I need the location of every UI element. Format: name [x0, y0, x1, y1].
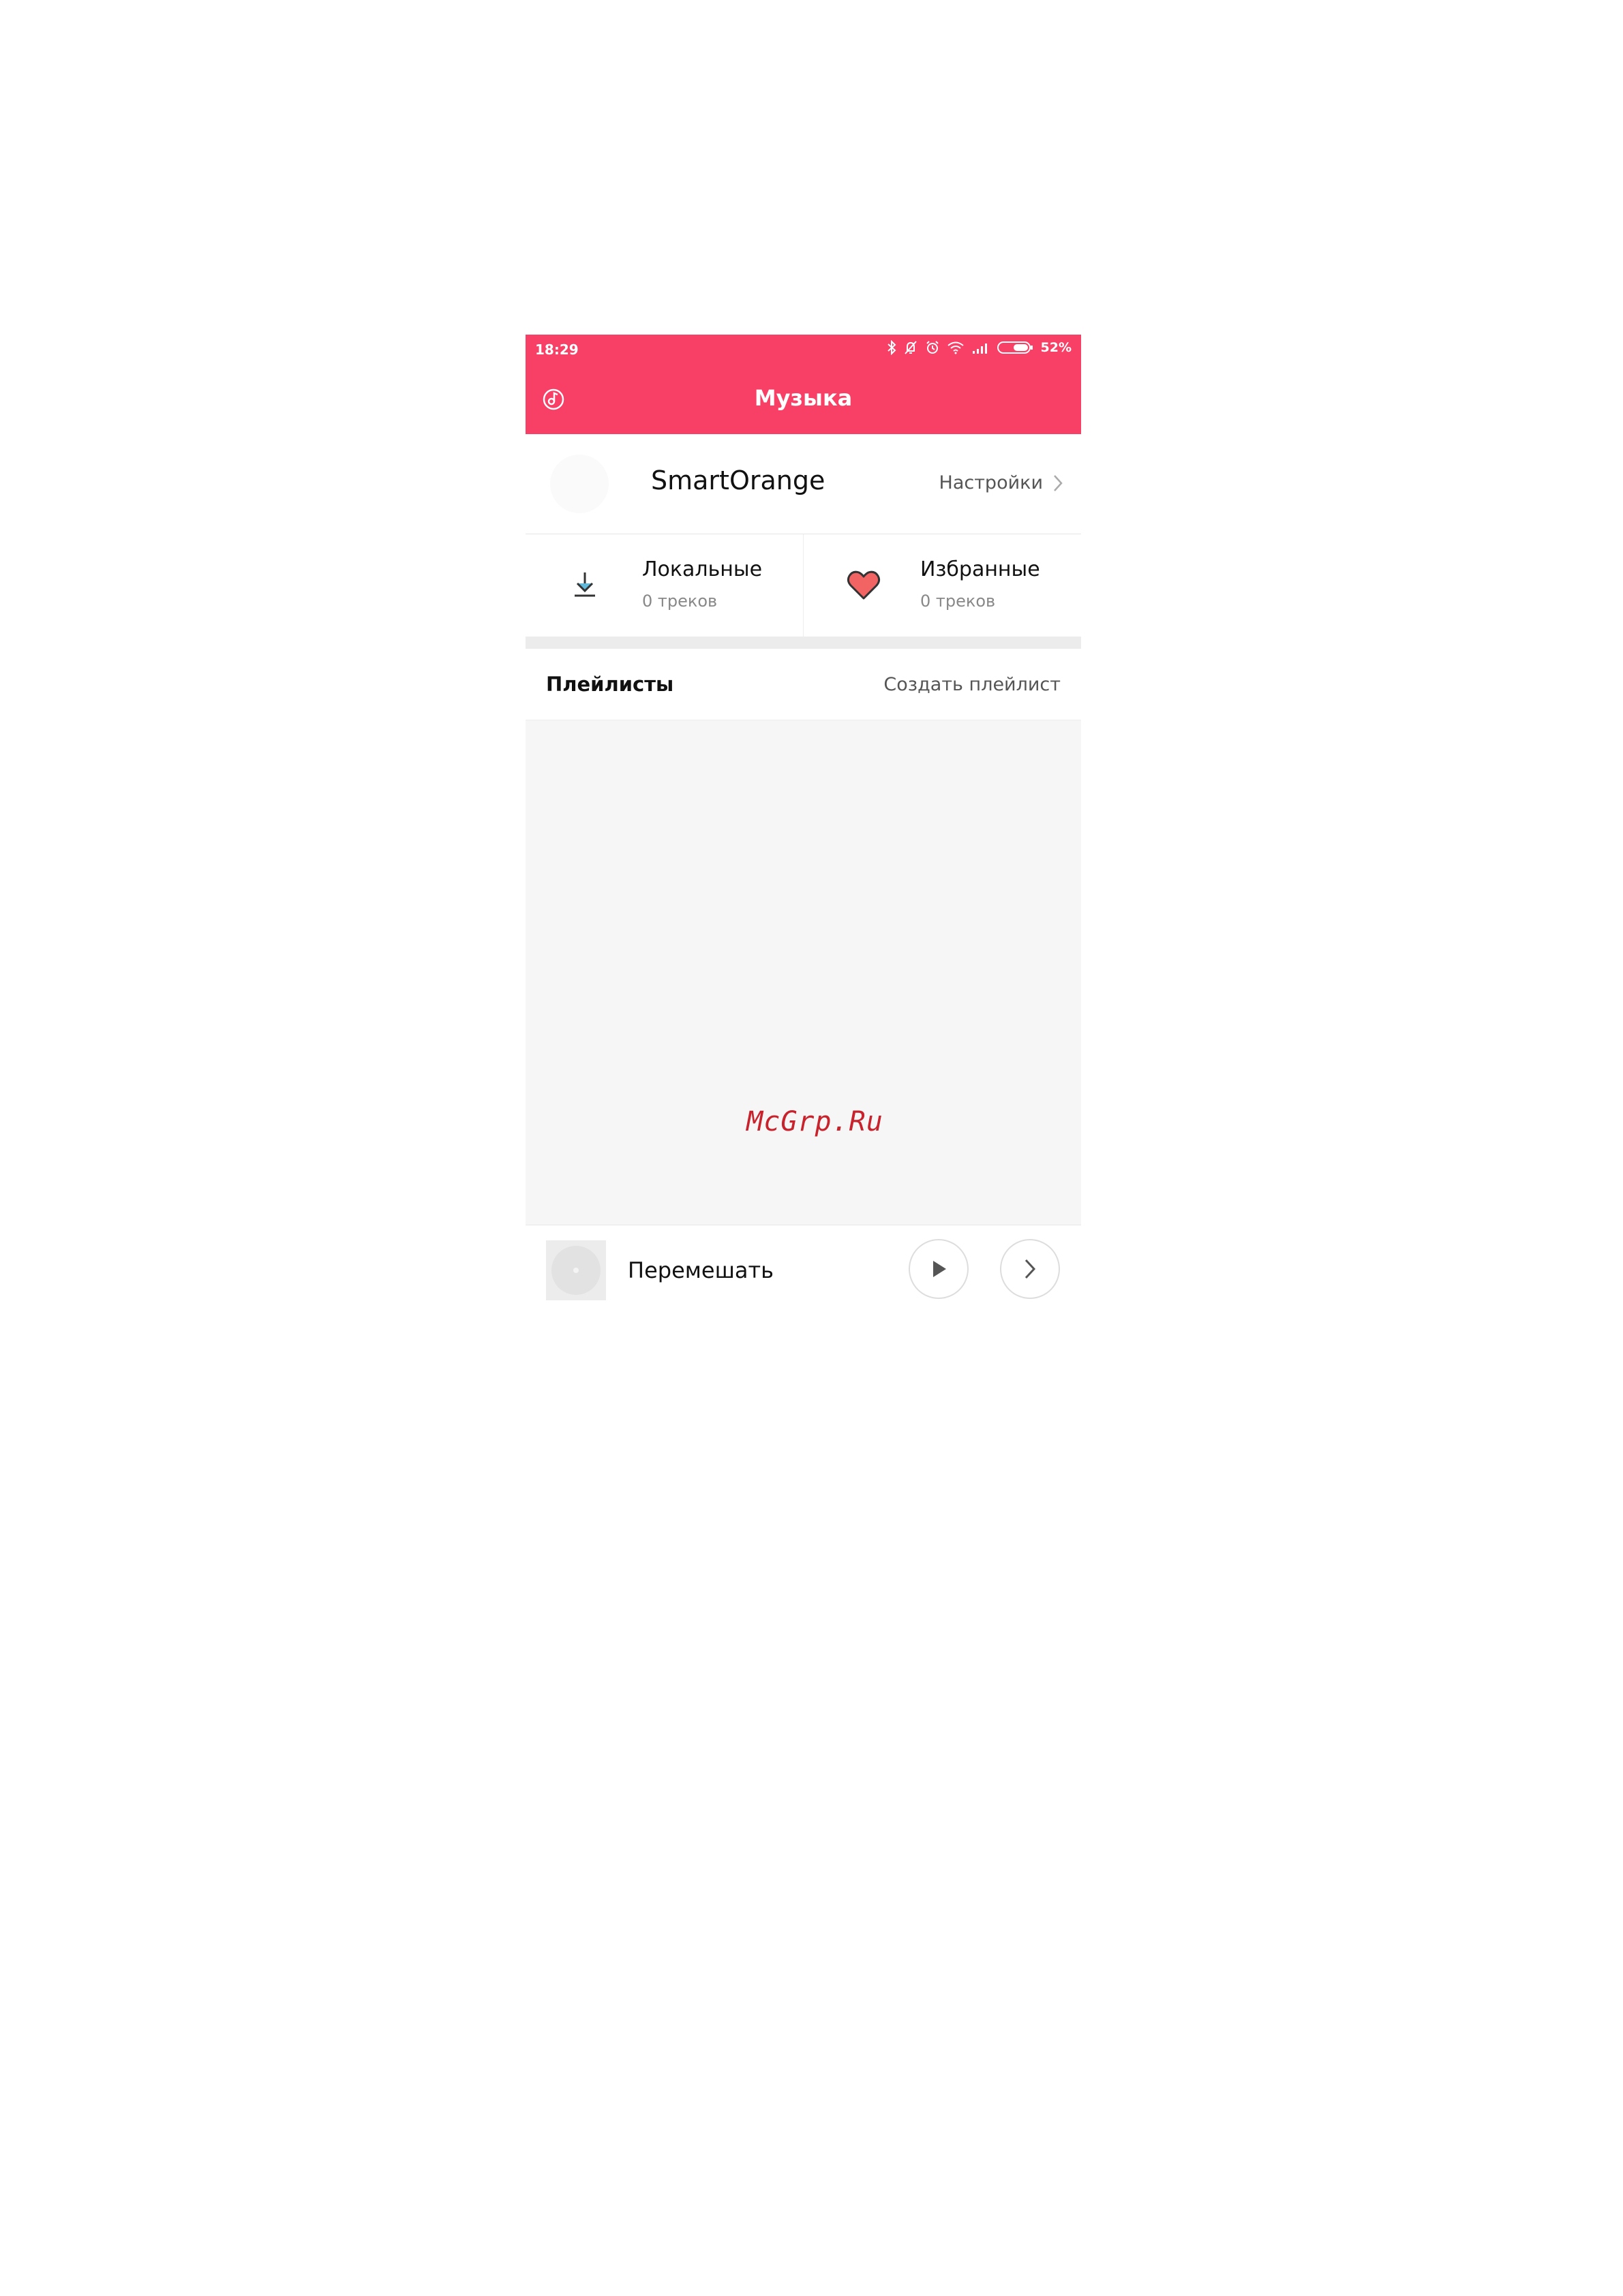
username: SmartOrange [651, 465, 825, 495]
signal-icon [972, 343, 987, 354]
playlists-title: Плейлисты [546, 673, 674, 696]
category-favorites-count: 0 треков [920, 592, 996, 611]
alarm-icon [926, 341, 939, 354]
status-icons: 52% [887, 340, 1072, 355]
shuffle-label[interactable]: Перемешать [628, 1257, 774, 1283]
chevron-right-icon [1025, 1259, 1036, 1279]
disc-icon [551, 1246, 601, 1295]
page-title: Музыка [754, 385, 853, 411]
settings-label: Настройки [939, 472, 1043, 493]
play-button[interactable] [909, 1239, 969, 1299]
next-button[interactable] [1000, 1239, 1060, 1299]
app-bar: Музыка [526, 365, 1081, 434]
chevron-right-icon [1054, 474, 1063, 491]
library-categories: Локальные 0 треков Избранные 0 треков [526, 534, 1081, 637]
heart-icon [846, 568, 881, 605]
battery-percent: 52% [1040, 340, 1072, 355]
section-divider [526, 637, 1081, 649]
notifications-off-icon [904, 341, 917, 354]
create-playlist-button[interactable]: Создать плейлист [883, 674, 1061, 695]
settings-link[interactable]: Настройки [939, 472, 1063, 493]
wifi-icon [947, 341, 964, 354]
category-local-title: Локальные [642, 557, 763, 581]
category-favorites-title: Избранные [920, 557, 1040, 581]
download-icon [568, 568, 602, 605]
play-icon [933, 1261, 946, 1277]
status-bar: 18:29 52% [526, 335, 1081, 365]
category-local[interactable]: Локальные 0 треков [526, 534, 804, 637]
playlists-header: Плейлисты Создать плейлист [526, 649, 1081, 720]
album-art[interactable] [546, 1240, 606, 1300]
music-app-screen: 18:29 52% Музыка SmartOrange Настройки Л… [526, 335, 1081, 1311]
bluetooth-icon [887, 340, 896, 355]
watermark: McGrp.Ru [746, 1106, 883, 1137]
mini-player: Перемешать [526, 1225, 1081, 1311]
playlists-list-empty: McGrp.Ru [526, 720, 1081, 1225]
battery-icon [997, 341, 1033, 354]
avatar[interactable] [550, 455, 609, 513]
category-local-count: 0 треков [642, 592, 718, 611]
profile-row[interactable]: SmartOrange Настройки [526, 434, 1081, 534]
category-favorites[interactable]: Избранные 0 треков [804, 534, 1081, 637]
status-time: 18:29 [535, 341, 579, 358]
